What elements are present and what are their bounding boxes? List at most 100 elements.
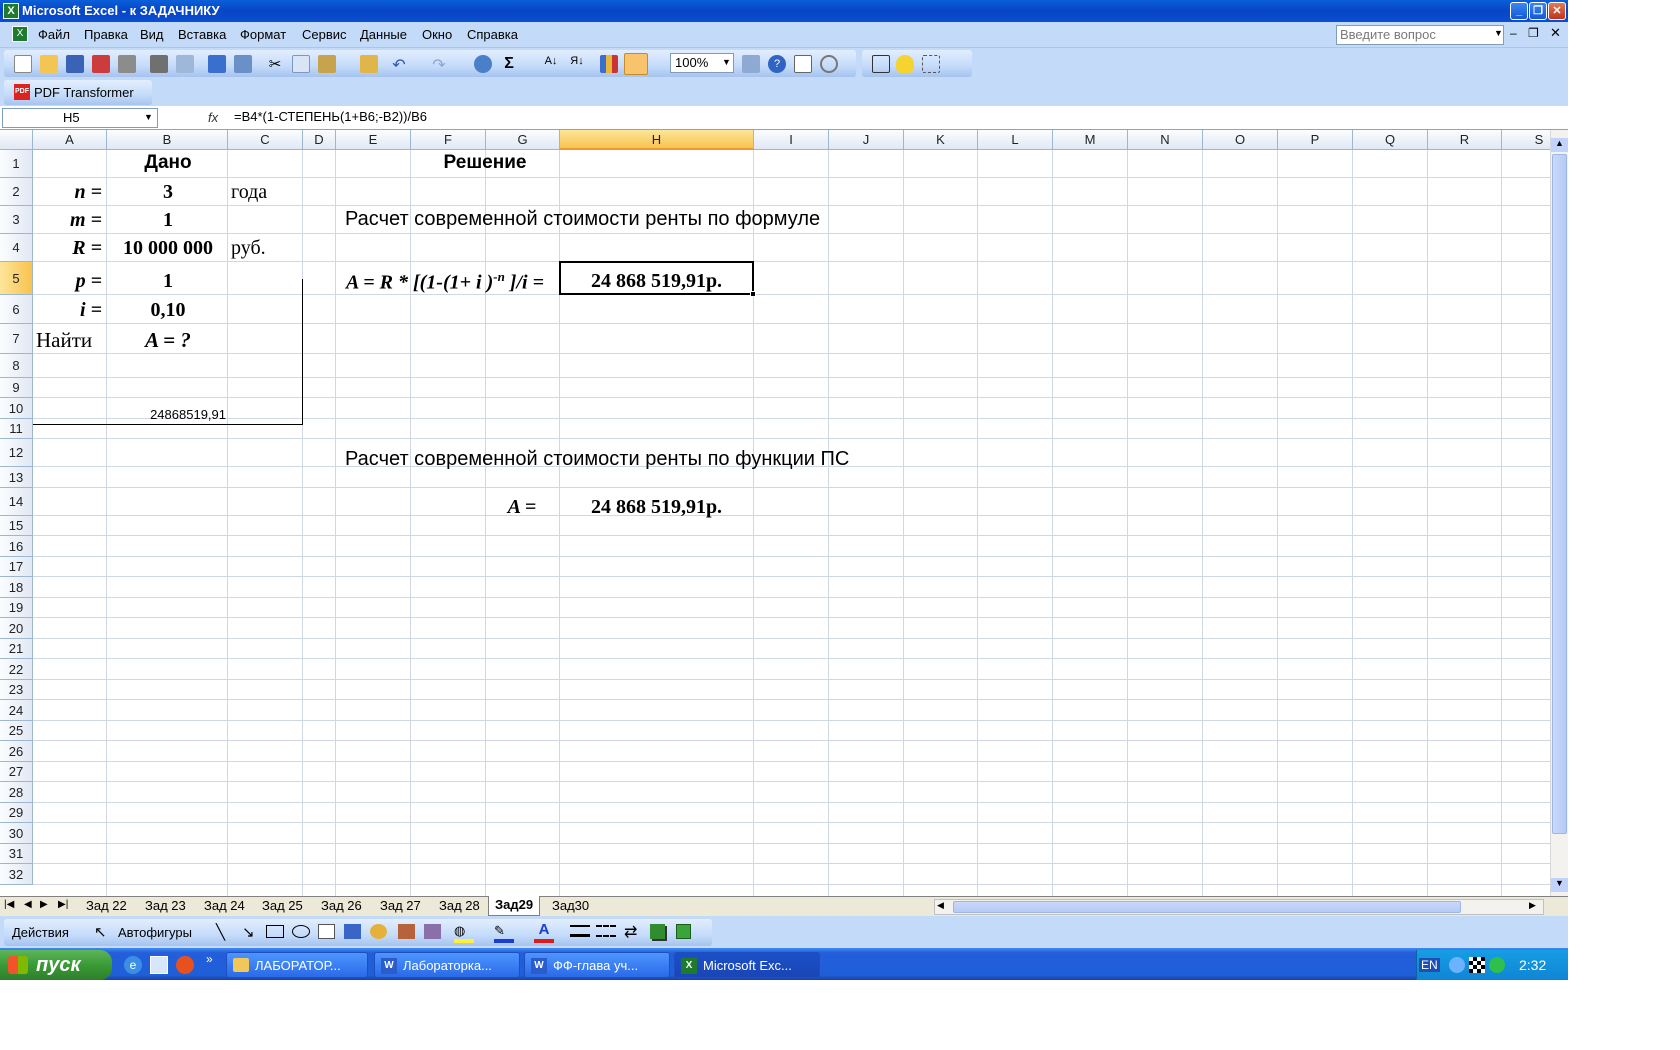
print-icon[interactable] [150, 55, 168, 73]
pdf-transformer-button[interactable]: PDF PDF Transformer [4, 80, 152, 105]
scroll-down-icon[interactable]: ▼ [1551, 878, 1568, 892]
zoom-dropdown-icon[interactable]: ▼ [722, 57, 731, 67]
textbox-icon[interactable] [318, 924, 335, 939]
language-indicator[interactable]: EN [1419, 958, 1440, 972]
permission-icon[interactable] [92, 55, 110, 73]
format-painter-icon[interactable] [360, 55, 378, 73]
name-box[interactable]: H5 [2, 108, 158, 128]
borders-icon[interactable] [872, 55, 890, 73]
next-sheet-icon[interactable]: ▶ [40, 899, 48, 910]
undo-icon[interactable]: ↶ [390, 55, 408, 74]
sheet-tab[interactable]: Зад 25 [262, 897, 303, 915]
diagram-icon[interactable] [370, 924, 387, 939]
sheet-tab[interactable]: Зад30 [552, 897, 589, 915]
save-icon[interactable] [66, 55, 84, 73]
prev-sheet-icon[interactable]: ◀ [24, 899, 32, 910]
spelling-icon[interactable] [208, 55, 226, 73]
arrow-icon[interactable]: ↘ [242, 923, 255, 941]
lightbulb-icon[interactable] [896, 55, 914, 73]
help-icon[interactable]: ? [768, 55, 786, 73]
scroll-right-icon[interactable]: ▶ [1529, 900, 1536, 911]
clipart-icon[interactable] [398, 924, 415, 939]
show-desktop-icon[interactable] [150, 956, 168, 974]
font-color-icon[interactable]: A [534, 921, 554, 943]
formula-input[interactable]: =B4*(1-СТЕПЕНЬ(1+B6;-B2))/B6 [234, 108, 427, 126]
sheet-tab[interactable]: Зад 27 [380, 897, 421, 915]
menu-data[interactable]: Данные [360, 27, 407, 42]
menu-window[interactable]: Окно [422, 27, 452, 42]
vertical-scrollbar[interactable]: ▲ ▼ [1550, 130, 1568, 896]
sort-descending-icon[interactable]: Я↓ [568, 55, 586, 73]
line-style-icon[interactable] [570, 925, 590, 937]
print-preview-icon[interactable] [176, 55, 194, 73]
autoshapes-menu[interactable]: Автофигуры [118, 925, 192, 940]
doc-restore-icon[interactable]: ❐ [1528, 26, 1539, 40]
chart-wizard-icon[interactable] [600, 55, 618, 73]
taskbar-item-word-1[interactable]: W Лабораторка... [374, 952, 520, 978]
menu-file[interactable]: Файл [38, 27, 70, 42]
oval-icon[interactable] [292, 925, 310, 938]
antivirus-icon[interactable] [1489, 957, 1505, 973]
vertical-scroll-thumb[interactable] [1552, 154, 1567, 834]
sheet-tab[interactable]: Зад 26 [321, 897, 362, 915]
3d-style-icon[interactable] [676, 924, 691, 939]
redo-icon[interactable]: ↷ [430, 55, 448, 74]
restore-button[interactable]: ❐ [1529, 2, 1547, 20]
autosum-icon[interactable]: Σ [500, 55, 518, 73]
name-box-dropdown-icon[interactable]: ▼ [144, 112, 153, 122]
shadow-style-icon[interactable] [650, 924, 665, 939]
menu-format[interactable]: Формат [240, 27, 286, 42]
scroll-left-icon[interactable]: ◀ [937, 900, 944, 911]
line-color-icon[interactable]: ✎ [494, 923, 514, 943]
scroll-up-icon[interactable]: ▲ [1551, 138, 1568, 152]
tray-app-icon[interactable] [1469, 957, 1485, 973]
network-icon[interactable] [1449, 957, 1465, 973]
sheet-tab[interactable]: Зад 22 [86, 897, 127, 915]
sort-ascending-icon[interactable]: A↓ [542, 55, 560, 73]
last-sheet-icon[interactable]: ▶| [58, 899, 68, 910]
picture-icon[interactable] [424, 924, 441, 939]
record-icon[interactable] [820, 55, 838, 73]
rectangle-icon[interactable] [266, 925, 284, 938]
arrow-style-icon[interactable]: ⇄ [624, 922, 637, 942]
menu-tools[interactable]: Сервис [302, 27, 347, 42]
media-player-icon[interactable] [176, 956, 194, 974]
new-icon[interactable] [14, 55, 32, 73]
paste-icon[interactable] [318, 55, 336, 73]
drawing-toggle-icon[interactable] [624, 53, 648, 75]
taskbar-item-excel[interactable]: X Microsoft Exc... [674, 952, 820, 978]
doc-close-icon[interactable]: ✕ [1550, 25, 1561, 41]
menu-edit[interactable]: Правка [84, 27, 128, 42]
wordart-icon[interactable] [344, 924, 361, 939]
copy-icon[interactable] [292, 55, 310, 73]
menu-insert[interactable]: Вставка [178, 27, 226, 42]
hyperlink-icon[interactable] [474, 55, 492, 73]
start-button[interactable]: пуск [0, 950, 112, 980]
sheet-tab[interactable]: Зад 24 [204, 897, 245, 915]
sheet-tab[interactable]: Зад 28 [439, 897, 480, 915]
menu-view[interactable]: Вид [140, 27, 164, 42]
worksheet-grid[interactable]: ABCDEFGHIJKLMNOPQRS 1 2 3 4 5 6 7 8 9 10 11 12 13 14 1… [0, 130, 1550, 896]
help-dropdown-icon[interactable]: ▼ [1494, 28, 1503, 38]
help-search-input[interactable]: Введите вопрос [1336, 25, 1504, 45]
fill-color-icon[interactable]: ◍ [454, 923, 474, 943]
menu-help[interactable]: Справка [467, 27, 518, 42]
open-icon[interactable] [40, 55, 58, 73]
email-icon[interactable] [118, 55, 136, 73]
research-icon[interactable] [234, 55, 252, 73]
excel-app-icon[interactable]: X [3, 3, 19, 19]
taskbar-item-folder[interactable]: ЛАБОРАТОР... [226, 952, 368, 978]
table-icon[interactable] [742, 55, 760, 73]
select-objects-icon[interactable]: ↖ [94, 923, 107, 941]
quick-launch-more-icon[interactable]: » [206, 952, 213, 966]
document-icon[interactable]: X [12, 26, 28, 42]
first-sheet-icon[interactable]: |◀ [4, 899, 14, 910]
cut-icon[interactable]: ✂ [266, 55, 284, 73]
sheet-tab-active[interactable]: Зад29 [488, 896, 541, 916]
taskbar-item-word-2[interactable]: W ФФ-глава уч... [524, 952, 670, 978]
line-icon[interactable]: ╲ [216, 923, 225, 941]
horizontal-scroll-thumb[interactable] [953, 901, 1461, 913]
dash-style-icon[interactable] [596, 925, 616, 937]
minimize-button[interactable]: _ [1510, 2, 1528, 20]
grid-borders-icon[interactable] [922, 55, 940, 73]
